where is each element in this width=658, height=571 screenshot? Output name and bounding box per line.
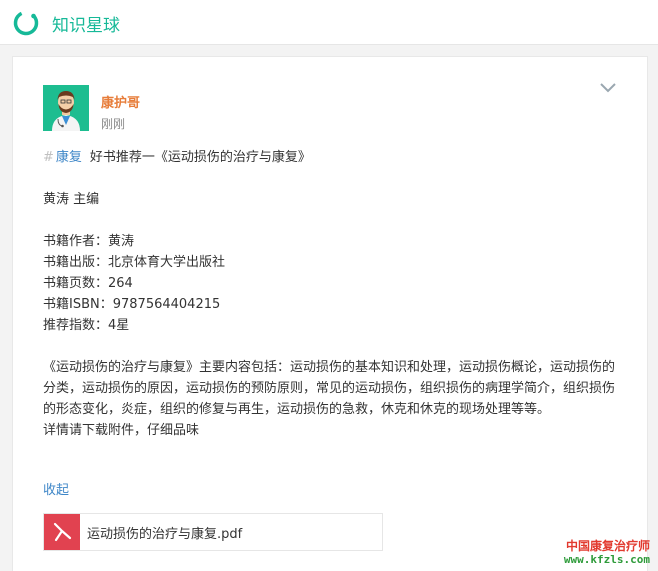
top-bar: 知识星球: [0, 0, 658, 45]
post-title-line: # 康复 好书推荐一《运动损伤的治疗与康复》: [43, 147, 623, 168]
topic-tag[interactable]: 康复: [56, 150, 82, 165]
hashtag-icon: #: [43, 150, 54, 165]
post-time: 刚刚: [101, 117, 126, 131]
book-detail-rating: 推荐指数：4星: [43, 318, 130, 333]
post-card: 康护哥 刚刚 # 康复 好书推荐一《运动损伤的治疗与康复》 黄涛 主编 书籍作者：黄…: [12, 56, 648, 571]
doctor-avatar-icon: [43, 85, 89, 131]
book-detail-isbn: 书籍ISBN：9787564404215: [43, 297, 221, 312]
book-description: 《运动损伤的治疗与康复》主要内容包括：运动损伤的基本知识和处理，运动损伤概论，运…: [43, 360, 616, 417]
closing-text: 详情请下载附件，仔细品味: [43, 423, 200, 438]
chevron-down-icon[interactable]: [599, 81, 617, 95]
watermark-title: 中国康复治疗师: [565, 539, 650, 553]
editor-line: 黄涛 主编: [43, 192, 100, 207]
book-detail-pages: 书籍页数：264: [43, 276, 133, 291]
post-title: 好书推荐一《运动损伤的治疗与康复》: [89, 150, 311, 165]
app-name[interactable]: 知识星球: [52, 11, 120, 36]
book-detail-author: 书籍作者：黄涛: [43, 234, 135, 249]
author-name[interactable]: 康护哥: [101, 92, 140, 111]
collapse-link[interactable]: 收起: [43, 479, 69, 498]
avatar[interactable]: [43, 85, 89, 131]
planet-logo-icon[interactable]: [12, 9, 40, 37]
watermark-url: www.kfzls.com: [563, 553, 650, 566]
book-detail-publisher: 书籍出版：北京体育大学出版社: [43, 255, 226, 270]
post-content: # 康复 好书推荐一《运动损伤的治疗与康复》 黄涛 主编 书籍作者：黄涛 书籍出版：…: [43, 147, 623, 441]
attachment-file[interactable]: 运动损伤的治疗与康复.pdf: [43, 513, 383, 551]
attachment-filename: 运动损伤的治疗与康复.pdf: [87, 527, 243, 542]
pdf-icon: [44, 514, 80, 550]
